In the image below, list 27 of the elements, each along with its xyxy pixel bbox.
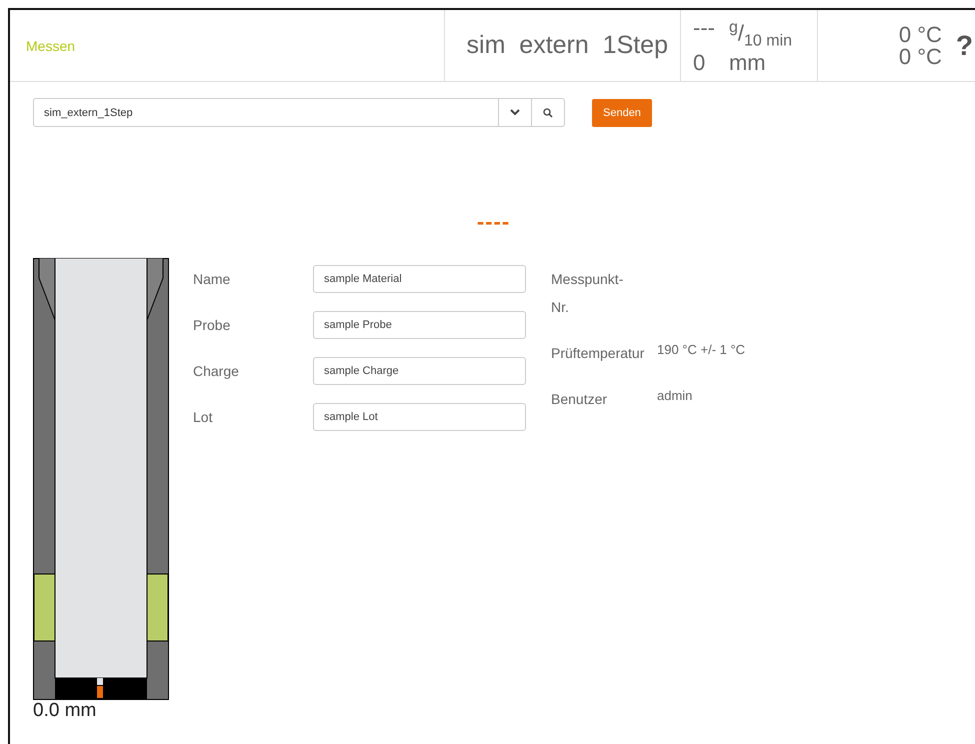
program-select[interactable]: sim_extern_1Step bbox=[33, 98, 565, 127]
rate-unit: $^{g}$/$_{10 min}$ bbox=[728, 18, 792, 52]
text-field[interactable]: sample Probe bbox=[313, 311, 526, 339]
rate-value: --- bbox=[693, 16, 715, 42]
temperature-reading: 0 °C bbox=[898, 24, 942, 46]
distance-value: 0 bbox=[693, 52, 706, 74]
field-label: Charge bbox=[193, 362, 240, 381]
info-label: Messpunkt-Nr. bbox=[551, 270, 624, 317]
info-value: admin bbox=[657, 387, 694, 405]
piston-position: 0.0 mm bbox=[33, 700, 98, 722]
page-title: Messen bbox=[26, 38, 76, 54]
result-value: ---- bbox=[476, 209, 510, 234]
field-label: Lot bbox=[193, 408, 214, 427]
text-field[interactable]: sample Lot bbox=[313, 403, 526, 431]
program-name: sim extern 1Step bbox=[466, 31, 668, 60]
distance-unit: mm bbox=[728, 52, 767, 74]
help-button[interactable]: ? bbox=[956, 30, 973, 62]
field-label: Probe bbox=[193, 316, 232, 335]
chevron-down-icon[interactable] bbox=[510, 109, 520, 116]
info-label: Prüftemperatur bbox=[551, 344, 646, 363]
text-field[interactable]: sample Charge bbox=[313, 357, 526, 385]
search-icon[interactable] bbox=[543, 108, 553, 118]
info-value: 190 °C +/- 1 °C bbox=[657, 341, 746, 359]
info-label: Benutzer bbox=[551, 390, 608, 409]
temperature-reading: 0 °C bbox=[898, 46, 942, 68]
text-field[interactable]: sample Material bbox=[313, 265, 526, 293]
field-label: Name bbox=[193, 270, 232, 289]
